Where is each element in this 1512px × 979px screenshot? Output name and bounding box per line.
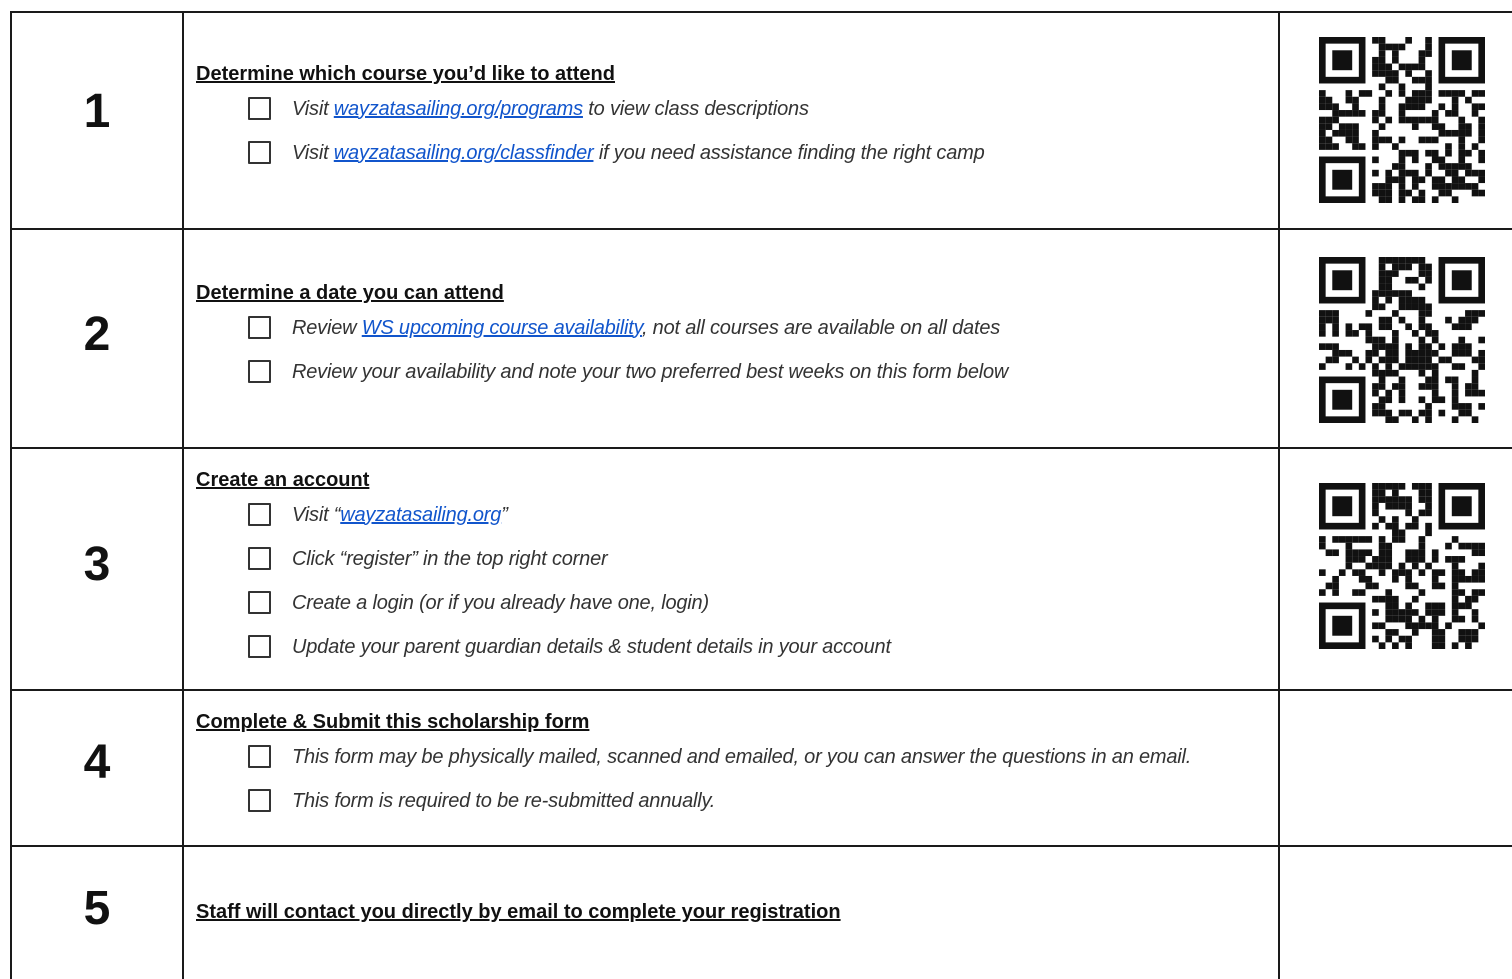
step-number: 3 [83, 538, 111, 591]
step-content: Determine a date you can attend Review W… [196, 280, 1008, 394]
checkbox[interactable] [248, 97, 271, 120]
checkbox[interactable] [248, 591, 271, 614]
step-content: Complete & Submit this scholarship form … [196, 709, 1191, 823]
checkbox[interactable] [248, 635, 271, 658]
step-heading: Determine which course you’d like to att… [196, 63, 615, 85]
step-number: 1 [83, 85, 111, 138]
step-number: 2 [83, 308, 111, 361]
programs-link[interactable]: wayzatasailing.org/programs [334, 98, 583, 120]
checklist-item: Visit wayzatasailing.org/programs to vie… [196, 87, 985, 131]
column-divider [182, 11, 184, 979]
row-divider [10, 689, 1512, 691]
column-divider [1278, 11, 1280, 979]
row-divider [10, 228, 1512, 230]
checklist-item: Create a login (or if you already have o… [196, 581, 891, 625]
qr-code-icon [1319, 483, 1485, 649]
row-divider [10, 845, 1512, 847]
course-availability-link[interactable]: WS upcoming course availability [362, 317, 642, 339]
checklist-item: This form is required to be re-submitted… [196, 779, 1191, 823]
checklist-item: Review WS upcoming course availability, … [196, 306, 1008, 350]
table-border-left [10, 11, 12, 979]
checklist-item: Visit wayzatasailing.org/classfinder if … [196, 131, 985, 175]
checklist-item: Review your availability and note your t… [196, 350, 1008, 394]
checkbox[interactable] [248, 547, 271, 570]
step-content: Determine which course you’d like to att… [196, 61, 985, 175]
checklist-item: Click “register” in the top right corner [196, 537, 891, 581]
step-number: 5 [83, 882, 111, 935]
step-number: 4 [83, 736, 111, 789]
checklist-item: Update your parent guardian details & st… [196, 625, 891, 669]
checkbox[interactable] [248, 360, 271, 383]
checkbox[interactable] [248, 503, 271, 526]
checkbox[interactable] [248, 789, 271, 812]
qr-code-icon [1319, 257, 1485, 423]
step-heading: Determine a date you can attend [196, 282, 504, 304]
row-divider [10, 447, 1512, 449]
website-link[interactable]: wayzatasailing.org [340, 504, 501, 526]
step-content: Staff will contact you directly by email… [196, 899, 841, 925]
step-heading: Staff will contact you directly by email… [196, 901, 841, 923]
step-heading: Create an account [196, 469, 370, 491]
qr-code-icon [1319, 37, 1485, 203]
checkbox[interactable] [248, 316, 271, 339]
table-border-top [10, 11, 1512, 13]
steps-table: 1 Determine which course you’d like to a… [10, 11, 1512, 979]
step-heading: Complete & Submit this scholarship form [196, 711, 590, 733]
checkbox[interactable] [248, 141, 271, 164]
checklist-item: This form may be physically mailed, scan… [196, 735, 1191, 779]
checklist-item: Visit “wayzatasailing.org” [196, 493, 891, 537]
step-content: Create an account Visit “wayzatasailing.… [196, 467, 891, 669]
checkbox[interactable] [248, 745, 271, 768]
classfinder-link[interactable]: wayzatasailing.org/classfinder [334, 142, 594, 164]
